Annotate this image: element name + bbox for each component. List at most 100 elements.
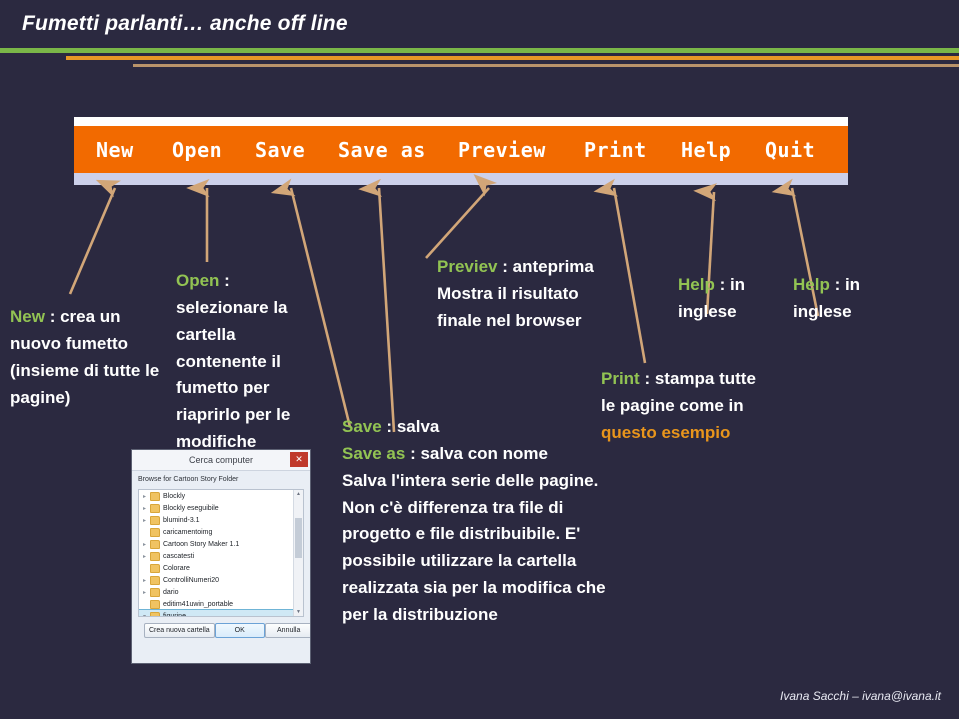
toolbar-button-help[interactable]: Help	[681, 138, 731, 162]
toolbar-button-open[interactable]: Open	[172, 138, 222, 162]
callout-help-1: Help : in inglese	[678, 272, 773, 326]
scrollbar[interactable]: ▲ ▼	[293, 490, 303, 616]
dialog-titlebar: Cerca computer ✕	[132, 450, 310, 471]
folder-icon	[150, 491, 160, 501]
list-item[interactable]: caricamentoimg	[139, 526, 303, 538]
folder-icon	[150, 527, 160, 537]
list-item[interactable]: Colorare	[139, 562, 303, 574]
list-item-label: caricamentoimg	[163, 528, 213, 536]
folder-icon	[150, 539, 160, 549]
list-item-label: Blockly eseguibile	[163, 504, 219, 512]
callout-new-sep: :	[44, 307, 61, 326]
list-item-label: Colorare	[163, 564, 190, 572]
arrow-preview	[425, 174, 498, 259]
list-item[interactable]: editim41uwin_portable	[139, 598, 303, 610]
slide-root: Fumetti parlanti… anche off line New Ope…	[0, 0, 959, 719]
callout-save-as-line: Save as : salva con nome	[342, 441, 622, 468]
list-item-label: ControlliNumeri20	[163, 576, 220, 584]
callout-help-1-sep: :	[714, 275, 730, 294]
ok-button[interactable]: OK	[214, 623, 265, 638]
callout-open-keyword: Open	[176, 271, 220, 290]
chevron-right-icon[interactable]: ▸	[143, 493, 150, 500]
callout-save-body: Salva l'intera serie delle pagine. Non c…	[342, 470, 606, 625]
callout-preview: Previev : anteprima Mostra il risultato …	[437, 254, 627, 335]
callout-save-keyword: Save	[342, 417, 382, 436]
dialog-title: Cerca computer	[188, 455, 254, 465]
callout-print-keyword: Print	[601, 369, 640, 388]
create-new-folder-button[interactable]: Crea nuova cartella	[144, 623, 215, 638]
callout-open-text: selezionare la cartella contenente il fu…	[176, 297, 291, 452]
list-item-label: blumind-3.1	[163, 516, 200, 524]
callout-print-link[interactable]: questo esempio	[601, 423, 730, 442]
arrow-new	[68, 179, 121, 295]
scroll-down-icon[interactable]: ▼	[294, 608, 303, 616]
footer-credit: Ivana Sacchi – ivana@ivana.it	[780, 689, 941, 703]
list-item[interactable]: ▸ ControlliNumeri20	[139, 574, 303, 586]
toolbar-band: New Open Save Save as Preview Print Help…	[74, 126, 848, 173]
folder-icon	[150, 563, 160, 573]
folder-icon	[150, 515, 160, 525]
toolbar-button-new[interactable]: New	[96, 138, 134, 162]
chevron-right-icon[interactable]: ▸	[143, 577, 150, 584]
callout-print: Print : stampa tutte le pagine come in q…	[601, 366, 771, 447]
scrollbar-thumb[interactable]	[295, 518, 302, 558]
toolbar-bottom-strip	[74, 173, 848, 185]
folder-icon	[150, 575, 160, 585]
callout-open-sep: :	[219, 271, 230, 290]
toolbar-top-strip	[74, 117, 848, 126]
chevron-right-icon[interactable]: ▸	[143, 541, 150, 548]
list-item[interactable]: ▸ Cartoon Story Maker 1.1	[139, 538, 303, 550]
list-item[interactable]: ▸ Blockly eseguibile	[139, 502, 303, 514]
close-icon[interactable]: ✕	[290, 452, 308, 467]
chevron-right-icon[interactable]: ▸	[143, 517, 150, 524]
chevron-right-icon[interactable]: ▸	[143, 505, 150, 512]
callout-save-sep: :	[381, 417, 397, 436]
dialog-prompt: Browse for Cartoon Story Folder	[138, 476, 239, 483]
callout-help-2: Help : in inglese	[793, 272, 888, 326]
folder-tree[interactable]: ▸ Blockly ▸ Blockly eseguibile ▸ blumind-3.…	[138, 489, 304, 617]
list-item[interactable]: ▸ dario	[139, 586, 303, 598]
toolbar-button-quit[interactable]: Quit	[765, 138, 815, 162]
folder-icon	[150, 503, 160, 513]
callout-new: New : crea un nuovo fumetto (insieme di …	[10, 304, 170, 411]
toolbar-screenshot: New Open Save Save as Preview Print Help…	[74, 117, 848, 185]
list-item-label: cascatesti	[163, 552, 195, 560]
divider-orange	[66, 56, 959, 60]
cancel-button[interactable]: Annulla	[264, 623, 310, 638]
folder-icon	[150, 551, 160, 561]
callout-save: Save : salva Save as : salva con nome Sa…	[342, 414, 622, 629]
callout-save-as-text: salva con nome	[420, 443, 549, 463]
scroll-up-icon[interactable]: ▲	[294, 490, 303, 498]
callout-save-as-keyword: Save as	[342, 443, 406, 463]
dialog-buttons: Crea nuova cartella OK Annulla	[138, 617, 310, 638]
list-item-label: dario	[163, 588, 179, 596]
chevron-right-icon[interactable]: ▸	[143, 553, 150, 560]
chevron-right-icon[interactable]: ▸	[143, 589, 150, 596]
callout-help-2-keyword: Help	[793, 275, 830, 294]
file-browse-dialog: Cerca computer ✕ Browse for Cartoon Stor…	[131, 449, 311, 664]
toolbar-button-save-as[interactable]: Save as	[338, 138, 426, 162]
callout-save-line1: Save : salva	[342, 414, 622, 441]
list-item[interactable]: ▸ cascatesti	[139, 550, 303, 562]
list-item-label: Blockly	[163, 492, 186, 500]
divider-green	[0, 48, 959, 53]
folder-icon	[150, 587, 160, 597]
toolbar-button-print[interactable]: Print	[584, 138, 647, 162]
callout-save-as-sep: :	[405, 443, 421, 463]
callout-help-1-keyword: Help	[678, 275, 715, 294]
callout-save-text: salva	[396, 417, 440, 436]
page-title: Fumetti parlanti… anche off line	[22, 12, 348, 35]
callout-preview-sep: :	[497, 257, 513, 276]
callout-print-sep: :	[639, 369, 655, 388]
list-item[interactable]: ▸ blumind-3.1	[139, 514, 303, 526]
dialog-body: Browse for Cartoon Story Folder ▸ Blockly…	[132, 471, 310, 638]
chevron-down-icon[interactable]: ▾	[143, 613, 150, 617]
toolbar-button-save[interactable]: Save	[255, 138, 305, 162]
callout-preview-keyword: Previev	[437, 257, 498, 276]
list-item[interactable]: ▸ Blockly	[139, 490, 303, 502]
folder-icon	[150, 599, 160, 609]
toolbar-button-preview[interactable]: Preview	[458, 138, 546, 162]
list-item-selected[interactable]: ▾ figurine	[139, 609, 303, 617]
callout-new-keyword: New	[10, 307, 45, 326]
list-item-label: figurine	[163, 612, 186, 617]
